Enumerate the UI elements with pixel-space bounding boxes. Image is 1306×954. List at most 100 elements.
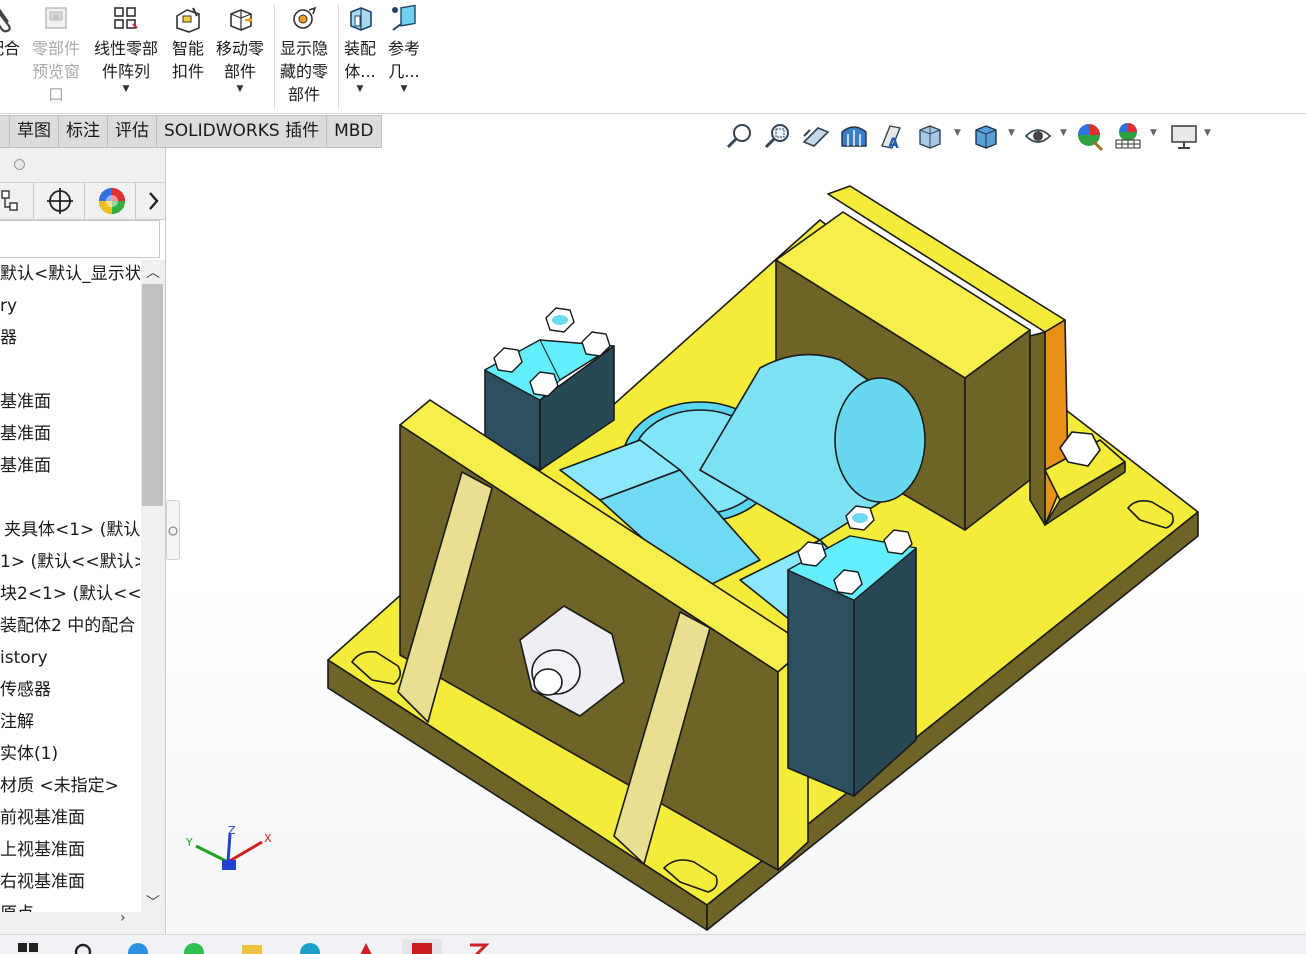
svg-text:A: A xyxy=(888,136,899,152)
bolt-top-highlight xyxy=(552,315,568,325)
scroll-down-arrow-icon[interactable]: ﹀ xyxy=(146,892,160,912)
tree-item[interactable]: 实体(1) xyxy=(0,738,58,770)
tree-item[interactable]: 默认<默认_显示状 xyxy=(0,260,140,290)
tree-item[interactable]: 块2<1> (默认<<默 xyxy=(0,578,140,610)
reference-geometry-button[interactable]: 参考 几... ▼ xyxy=(388,4,420,95)
tree-item[interactable]: 基准面 xyxy=(0,450,51,482)
apply-scene-dropdown-arrow[interactable]: ▼ xyxy=(1150,128,1157,138)
display-style-dropdown-arrow[interactable]: ▼ xyxy=(1008,128,1015,138)
tab-dimxpert-manager[interactable] xyxy=(35,183,85,219)
tree-item[interactable]: 装配体2 中的配合 xyxy=(0,610,135,642)
chevron-right-icon xyxy=(149,192,159,210)
tree-vertical-scrollbar[interactable]: ︿ ﹀ xyxy=(141,260,165,912)
tree-item[interactable]: ry xyxy=(0,290,17,322)
wechat-icon[interactable] xyxy=(182,941,206,954)
command-manager-ribbon: 配合 零部件 预览窗 口 线性零部 件阵列 ▼ xyxy=(0,0,1306,114)
autocad-icon[interactable] xyxy=(354,941,378,954)
linear-pattern-button[interactable]: 线性零部 件阵列 ▼ xyxy=(94,4,158,95)
paperclip-icon xyxy=(0,9,11,33)
tab-solidworks-addins[interactable]: SOLIDWORKS 插件 xyxy=(157,115,328,148)
search-icon[interactable] xyxy=(72,941,96,954)
tree-item[interactable]: 前视基准面 xyxy=(0,802,85,834)
dynamic-annotation-icon[interactable]: A xyxy=(876,120,908,152)
display-manager-sphere-icon xyxy=(99,188,125,214)
taskbar-app-icon[interactable] xyxy=(466,941,490,954)
section-view-icon[interactable] xyxy=(838,120,870,152)
panel-grip-handle[interactable] xyxy=(14,159,25,170)
display-style-icon[interactable] xyxy=(970,120,1002,152)
reference-geometry-dropdown-arrow[interactable]: ▼ xyxy=(401,83,408,95)
tab-sketch[interactable]: 草图 xyxy=(10,115,59,148)
move-component-dropdown-arrow[interactable]: ▼ xyxy=(237,83,244,95)
taskbar-app-icon[interactable] xyxy=(126,941,150,954)
tree-item[interactable]: 器 xyxy=(0,322,17,354)
tree-item[interactable]: 夹具体<1> (默认 xyxy=(4,514,140,546)
zoom-to-area-icon[interactable] xyxy=(762,120,794,152)
component-preview-button[interactable]: 零部件 预览窗 口 xyxy=(32,4,80,106)
previous-view-icon[interactable] xyxy=(800,120,832,152)
tree-item[interactable]: 右视基准面 xyxy=(0,866,85,898)
tab-markup[interactable]: 标注 xyxy=(59,115,108,148)
tree-item[interactable]: 1> (默认<<默认> xyxy=(0,546,140,578)
file-explorer-icon[interactable] xyxy=(240,941,264,954)
hide-show-icon[interactable] xyxy=(1022,120,1054,152)
tree-item[interactable]: 材质 <未指定> xyxy=(0,770,119,802)
panel-header xyxy=(0,148,165,182)
assembly-features-dropdown-arrow[interactable]: ▼ xyxy=(357,83,364,95)
graphics-area[interactable]: X Y Z xyxy=(167,148,1306,934)
apply-scene-icon[interactable] xyxy=(1112,120,1144,152)
move-component-button[interactable]: 移动零 部件 ▼ xyxy=(216,4,264,95)
ribbon-separator xyxy=(274,4,275,110)
assembly-feature-icon xyxy=(350,7,372,31)
tree-item[interactable]: 注解 xyxy=(0,706,34,738)
tab-assembly-partial[interactable] xyxy=(0,115,10,148)
panel-tabs-next-button[interactable] xyxy=(137,183,165,219)
scroll-right-arrow-icon[interactable]: › xyxy=(120,910,126,926)
feature-manager-panel: 默认<默认_显示状 ry 器 基准面 基准面 基准面 夹具体<1> (默认 1>… xyxy=(0,148,166,934)
linear-pattern-dropdown-arrow[interactable]: ▼ xyxy=(123,83,130,95)
tree-item[interactable]: 基准面 xyxy=(0,386,51,418)
tree-item[interactable]: 上视基准面 xyxy=(0,834,85,866)
show-hidden-components-button[interactable]: 显示隐 藏的零 部件 xyxy=(280,4,328,106)
windows-start-icon[interactable] xyxy=(16,941,40,954)
view-settings-icon[interactable] xyxy=(1168,120,1200,152)
assembly-3d-model[interactable]: X Y Z xyxy=(167,148,1306,934)
tab-mbd[interactable]: MBD xyxy=(327,115,382,148)
smart-fastener-icon xyxy=(176,7,200,33)
edge-browser-icon[interactable] xyxy=(298,941,322,954)
view-settings-dropdown-arrow[interactable]: ▼ xyxy=(1204,128,1211,138)
tree-item[interactable]: 基准面 xyxy=(0,418,51,450)
view-orientation-icon[interactable] xyxy=(914,120,946,152)
tree-filter-input[interactable] xyxy=(0,220,160,258)
triad-z-label: Z xyxy=(228,824,236,837)
component-preview-icon xyxy=(45,7,67,29)
reference-geometry-icon xyxy=(392,4,416,31)
tab-configuration-manager[interactable] xyxy=(0,183,34,219)
scrollbar-thumb[interactable] xyxy=(142,284,163,506)
solidworks-taskbar-icon[interactable] xyxy=(410,941,434,954)
splitter-grip-icon xyxy=(168,526,178,536)
show-hidden-icon xyxy=(293,6,317,29)
assembly-features-button[interactable]: 装配 体... ▼ xyxy=(344,4,376,95)
smart-fastener-button[interactable]: 智能 扣件 xyxy=(172,4,204,83)
tab-evaluate[interactable]: 评估 xyxy=(108,115,157,148)
face-bolt-tip xyxy=(533,668,563,696)
coordinate-triad xyxy=(195,833,263,870)
hide-show-dropdown-arrow[interactable]: ▼ xyxy=(1060,128,1067,138)
zoom-to-fit-icon[interactable] xyxy=(724,120,756,152)
windows-taskbar xyxy=(0,934,1306,954)
tab-display-manager[interactable] xyxy=(86,183,136,219)
ribbon-separator xyxy=(338,4,339,110)
view-orientation-dropdown-arrow[interactable]: ▼ xyxy=(954,128,961,138)
mate-button[interactable]: 配合 xyxy=(0,4,20,60)
back-flange-face xyxy=(1029,331,1046,526)
move-component-icon xyxy=(230,9,253,31)
tree-horizontal-scrollbar[interactable]: › xyxy=(0,910,165,934)
scroll-up-arrow-icon[interactable]: ︿ xyxy=(146,262,160,282)
tree-item[interactable]: 传感器 xyxy=(0,674,51,706)
triad-y-label: Y xyxy=(185,836,193,849)
panel-tab-strip xyxy=(0,182,165,220)
edit-appearance-icon[interactable] xyxy=(1074,120,1106,152)
tree-item[interactable]: istory xyxy=(0,642,48,674)
panel-splitter-handle[interactable] xyxy=(166,500,180,560)
